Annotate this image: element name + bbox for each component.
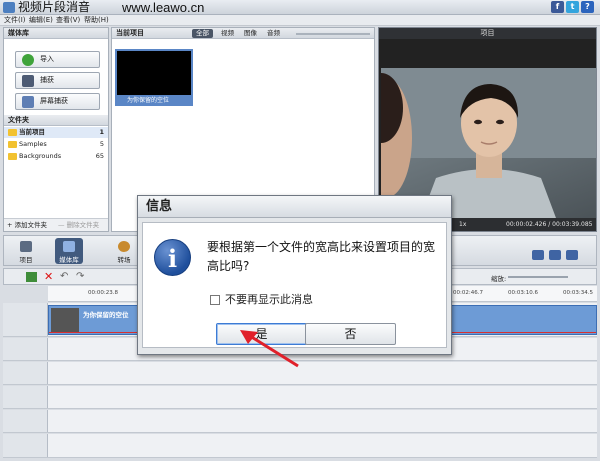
- ruler-tick: 00:03:10.6: [508, 290, 538, 296]
- time-readout: 00:00:02.426 / 00:03:39.085: [506, 221, 593, 228]
- menu-edit[interactable]: 编辑(E): [29, 15, 53, 26]
- text-track: [3, 386, 597, 409]
- transition-mode-button[interactable]: 转场: [110, 238, 138, 264]
- split-icon[interactable]: [26, 272, 37, 282]
- twitter-icon[interactable]: t: [566, 1, 579, 13]
- volume-icon[interactable]: [566, 250, 578, 260]
- redo-icon[interactable]: ↷: [76, 271, 84, 283]
- folder-icon: [8, 129, 17, 136]
- plus-icon: [22, 54, 34, 66]
- screen-capture-label: 屏幕捕获: [40, 97, 68, 105]
- window-title: 视频片段消音: [18, 0, 91, 14]
- app-icon: [3, 2, 15, 13]
- ruler-tick: 00:00:23.8: [88, 290, 118, 296]
- folder-row[interactable]: Samples 5: [4, 139, 108, 150]
- undo-icon[interactable]: ↶: [60, 271, 68, 283]
- dont-show-checkbox[interactable]: [210, 295, 220, 305]
- track-header: [3, 362, 48, 384]
- menu-help[interactable]: 帮助(H): [84, 15, 109, 26]
- clip-title: 为你保留的空位: [83, 311, 129, 319]
- monitor-icon[interactable]: [532, 250, 544, 260]
- film-icon: [20, 241, 32, 252]
- track-header: [3, 338, 48, 360]
- menu-bar: 文件(I) 编辑(E) 查看(V) 帮助(H): [0, 15, 600, 26]
- dont-show-label: 不要再显示此消息: [225, 293, 313, 306]
- folder-icon: [8, 153, 17, 160]
- facebook-icon[interactable]: f: [551, 1, 564, 13]
- ruler-tick: 00:02:46.7: [453, 290, 483, 296]
- filter-video[interactable]: 视频: [217, 29, 238, 38]
- title-bar: 视频片段消音 www.leawo.cn f t ?: [0, 0, 600, 15]
- dialog-title: 信息: [138, 196, 451, 218]
- audio-track-2: [3, 434, 597, 458]
- folder-tools: + 添加文件夹 — 删除文件夹: [4, 218, 108, 231]
- camera-icon: [22, 75, 34, 87]
- screen-icon: [22, 96, 34, 108]
- track-header: [3, 303, 48, 336]
- folder-row[interactable]: Backgrounds 65: [4, 151, 108, 162]
- help-icon[interactable]: ?: [581, 1, 594, 13]
- zoom-label: 缩放:: [491, 275, 507, 283]
- capture-button[interactable]: 捕获: [15, 72, 100, 89]
- ruler-tick: 00:03:34.5: [563, 290, 593, 296]
- project-mode-button[interactable]: 项目: [12, 238, 40, 264]
- clip-thumbnail-small: [51, 308, 79, 332]
- dialog-message: 要根据第一个文件的宽高比来设置项目的宽高比吗?: [207, 240, 436, 273]
- zoom-slider[interactable]: [508, 276, 568, 278]
- track-header: [3, 386, 48, 408]
- watermark-text: www.leawo.cn: [122, 0, 205, 15]
- menu-file[interactable]: 文件(I): [4, 15, 26, 26]
- annotation-arrow: [240, 330, 299, 368]
- clip-caption: 为你保留的空位: [115, 95, 193, 106]
- import-button[interactable]: 导入: [15, 51, 100, 68]
- media-icon: [63, 241, 75, 252]
- delete-icon[interactable]: ✕: [44, 270, 53, 283]
- no-button[interactable]: 否: [305, 323, 396, 345]
- folder-icon: [8, 141, 17, 148]
- menu-view[interactable]: 查看(V): [56, 15, 80, 26]
- thumbnail-size-slider[interactable]: [296, 33, 370, 35]
- track-header: [3, 434, 48, 457]
- screen-capture-button[interactable]: 屏幕捕获: [15, 93, 100, 110]
- effects-track: [3, 410, 597, 433]
- speed-label: 1x: [459, 221, 467, 228]
- filter-all[interactable]: 全部: [192, 29, 213, 38]
- library-header: 媒体库: [4, 28, 108, 39]
- transition-icon: [118, 241, 130, 252]
- info-icon: i: [154, 239, 191, 276]
- filter-image[interactable]: 图像: [240, 29, 261, 38]
- add-folder-button[interactable]: + 添加文件夹: [7, 221, 47, 230]
- filter-audio[interactable]: 音频: [263, 29, 284, 38]
- library-mode-button[interactable]: 媒体库: [55, 238, 83, 264]
- folder-row[interactable]: 当前项目 1: [4, 127, 108, 138]
- snapshot-icon[interactable]: [549, 250, 561, 260]
- preview-header: 项目: [379, 28, 596, 39]
- media-library-panel: 媒体库 导入 捕获 屏幕捕获 文件夹 当前项目 1 Samples 5 Back…: [3, 27, 109, 232]
- capture-label: 捕获: [40, 76, 54, 84]
- folders-header: 文件夹: [4, 115, 108, 126]
- import-label: 导入: [40, 55, 54, 63]
- delete-folder-button[interactable]: — 删除文件夹: [58, 221, 99, 230]
- track-header: [3, 410, 48, 432]
